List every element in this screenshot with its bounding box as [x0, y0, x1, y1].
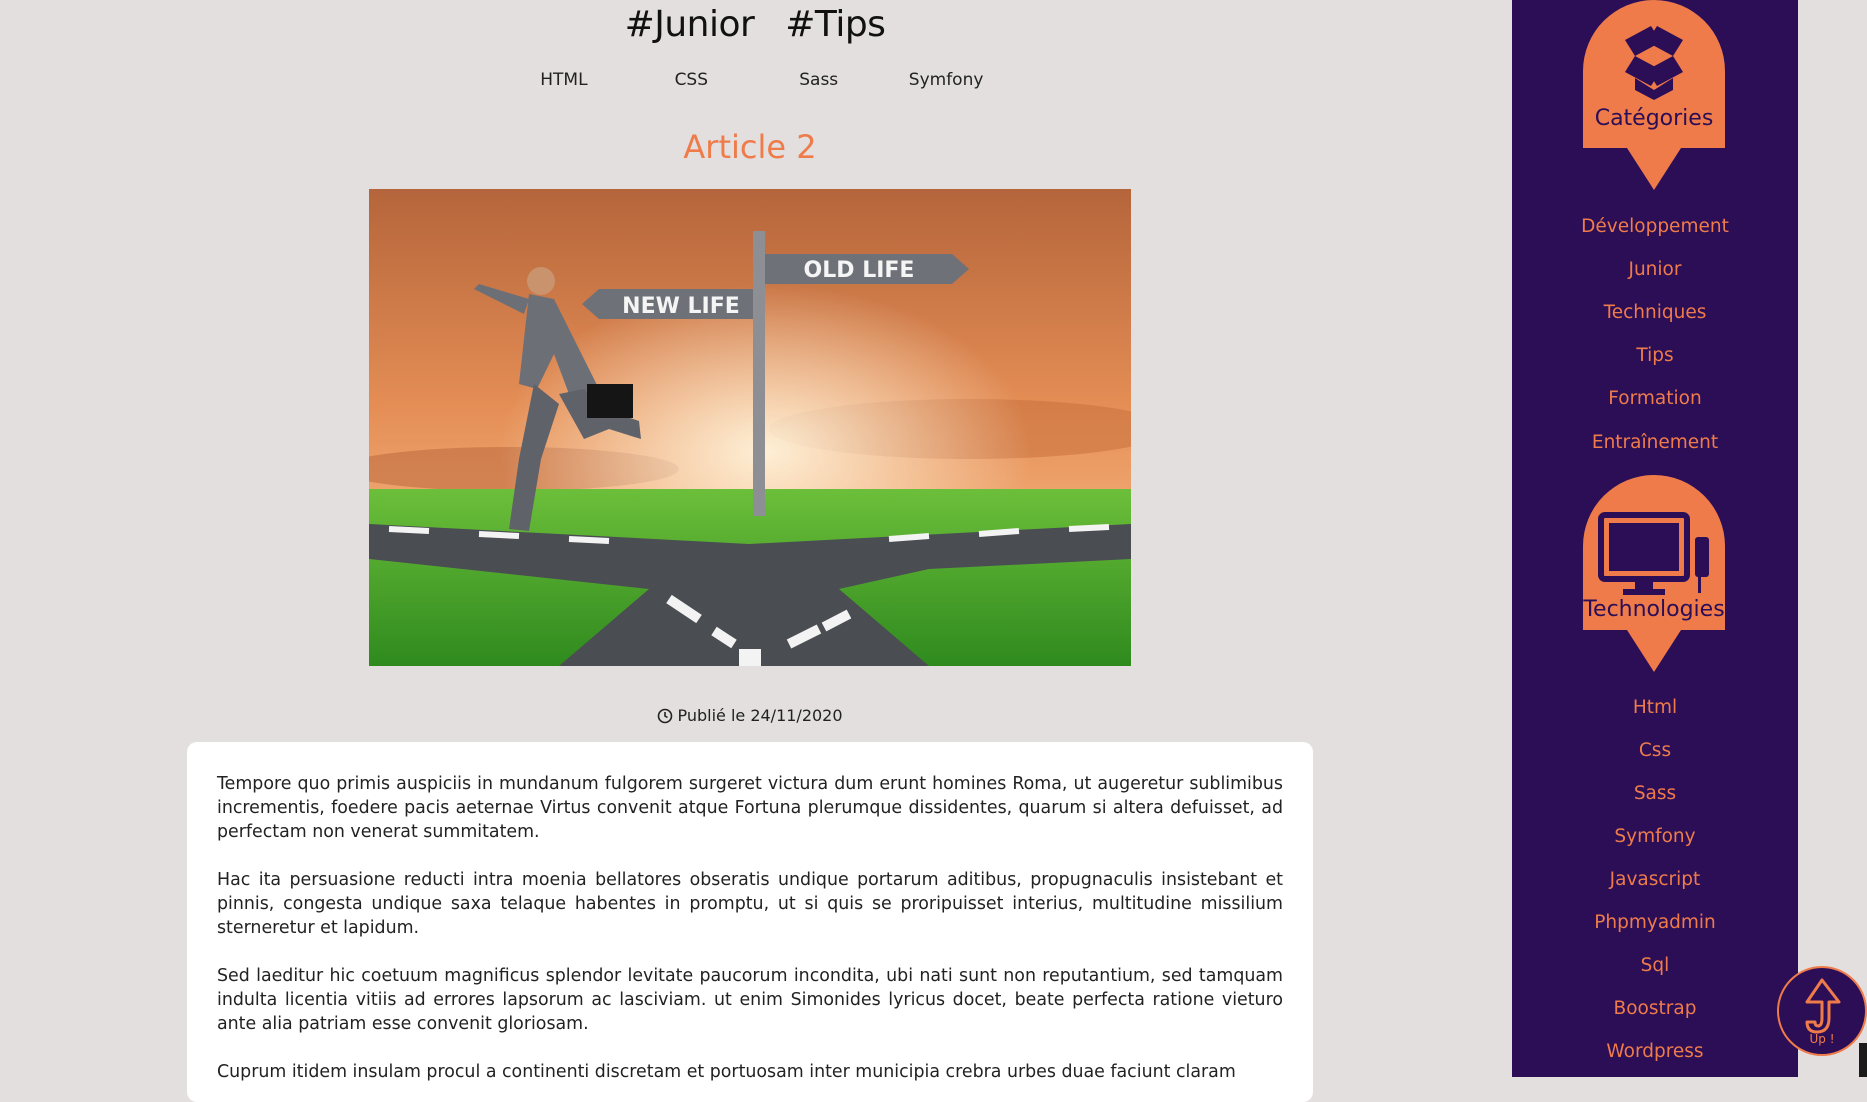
article-hashtags: #Junior #Tips	[0, 4, 1510, 45]
categories-badge: Catégories	[1583, 0, 1725, 192]
category-link-entrainement[interactable]: Entraînement	[1512, 432, 1798, 453]
sign-new-life: NEW LIFE	[622, 294, 740, 319]
article-paragraph: Tempore quo primis auspiciis in mundanum…	[217, 774, 1283, 842]
category-link-junior[interactable]: Junior	[1512, 259, 1798, 280]
tech-link-css[interactable]: Css	[1512, 740, 1798, 761]
scroll-up-button[interactable]: Up !	[1777, 966, 1867, 1056]
article-paragraph: Cuprum itidem insulam procul a continent…	[217, 1062, 1236, 1082]
tech-link-html[interactable]: Html	[1512, 697, 1798, 718]
main-content: #Junior #Tips HTML CSS Sass Symfony Arti…	[0, 0, 1510, 1102]
article-image: OLD LIFE NEW LIFE	[369, 189, 1131, 666]
tag-sass[interactable]: Sass	[758, 70, 880, 90]
tech-link-sass[interactable]: Sass	[1512, 783, 1798, 804]
publish-date-text: Publié le 24/11/2020	[677, 706, 843, 725]
sidebar: Catégories Développement Junior Techniqu…	[1512, 0, 1798, 1077]
article-paragraph: Sed laeditur hic coetuum magnificus sple…	[217, 966, 1283, 1034]
category-link-developpement[interactable]: Développement	[1512, 216, 1798, 237]
tag-symfony[interactable]: Symfony	[885, 70, 1007, 90]
window-edge	[1859, 1043, 1867, 1077]
category-link-tips[interactable]: Tips	[1512, 345, 1798, 366]
tech-link-sql[interactable]: Sql	[1512, 955, 1798, 976]
publish-date: Publié le 24/11/2020	[0, 706, 1500, 725]
article-body: Tempore quo primis auspiciis in mundanum…	[187, 742, 1313, 1102]
scroll-up-label: Up !	[1809, 1032, 1835, 1046]
technologies-title: Technologies	[1583, 597, 1725, 622]
clock-icon	[658, 708, 673, 724]
tech-link-phpmyadmin[interactable]: Phpmyadmin	[1512, 912, 1798, 933]
tag-html[interactable]: HTML	[503, 70, 625, 90]
tech-link-wordpress[interactable]: Wordpress	[1512, 1041, 1798, 1062]
sign-old-life: OLD LIFE	[804, 258, 915, 283]
tech-link-symfony[interactable]: Symfony	[1512, 826, 1798, 847]
tech-link-javascript[interactable]: Javascript	[1512, 869, 1798, 890]
technology-tags: HTML CSS Sass Symfony	[0, 70, 1510, 90]
hashtag-junior[interactable]: #Junior	[625, 4, 755, 45]
category-link-techniques[interactable]: Techniques	[1512, 302, 1798, 323]
tech-link-boostrap[interactable]: Boostrap	[1512, 998, 1798, 1019]
category-link-formation[interactable]: Formation	[1512, 388, 1798, 409]
tag-css[interactable]: CSS	[630, 70, 752, 90]
hashtag-tips[interactable]: #Tips	[785, 4, 886, 45]
article-title: Article 2	[683, 128, 817, 166]
technologies-badge: Technologies	[1583, 475, 1725, 673]
categories-title: Catégories	[1594, 106, 1714, 131]
article-paragraph: Hac ita persuasione reducti intra moenia…	[217, 870, 1283, 938]
